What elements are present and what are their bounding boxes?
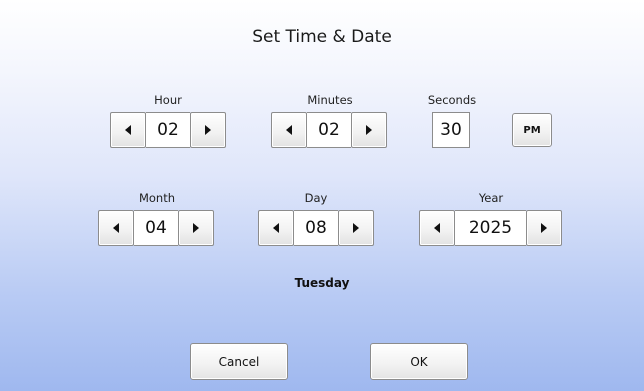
- triangle-right-icon: [205, 125, 211, 135]
- dialog-title: Set Time & Date: [252, 27, 392, 47]
- triangle-right-icon: [193, 223, 199, 233]
- seconds-value[interactable]: 30: [432, 112, 470, 148]
- triangle-left-icon: [434, 223, 440, 233]
- ampm-toggle-button[interactable]: PM: [512, 113, 552, 147]
- hour-increment-button[interactable]: [190, 112, 226, 148]
- minutes-value[interactable]: 02: [307, 112, 351, 148]
- year-spinner: 2025: [419, 210, 562, 246]
- minutes-label: Minutes: [307, 93, 353, 107]
- hour-label: Hour: [154, 93, 182, 107]
- hour-decrement-button[interactable]: [110, 112, 146, 148]
- year-label: Year: [478, 191, 504, 205]
- triangle-right-icon: [353, 223, 359, 233]
- triangle-right-icon: [541, 223, 547, 233]
- month-value[interactable]: 04: [134, 210, 178, 246]
- triangle-left-icon: [273, 223, 279, 233]
- year-decrement-button[interactable]: [419, 210, 455, 246]
- ok-button[interactable]: OK: [370, 343, 468, 380]
- triangle-left-icon: [113, 223, 119, 233]
- month-increment-button[interactable]: [178, 210, 214, 246]
- weekday-label: Tuesday: [294, 276, 350, 290]
- year-value[interactable]: 2025: [455, 210, 526, 246]
- cancel-button[interactable]: Cancel: [190, 343, 288, 380]
- day-value[interactable]: 08: [294, 210, 338, 246]
- triangle-left-icon: [286, 125, 292, 135]
- day-decrement-button[interactable]: [258, 210, 294, 246]
- year-increment-button[interactable]: [526, 210, 562, 246]
- minutes-spinner: 02: [271, 112, 387, 148]
- minutes-decrement-button[interactable]: [271, 112, 307, 148]
- month-decrement-button[interactable]: [98, 210, 134, 246]
- day-increment-button[interactable]: [338, 210, 374, 246]
- seconds-label: Seconds: [427, 93, 477, 107]
- hour-spinner: 02: [110, 112, 226, 148]
- triangle-left-icon: [125, 125, 131, 135]
- day-spinner: 08: [258, 210, 374, 246]
- month-spinner: 04: [98, 210, 214, 246]
- day-label: Day: [304, 191, 328, 205]
- minutes-increment-button[interactable]: [351, 112, 387, 148]
- hour-value[interactable]: 02: [146, 112, 190, 148]
- month-label: Month: [138, 191, 176, 205]
- triangle-right-icon: [366, 125, 372, 135]
